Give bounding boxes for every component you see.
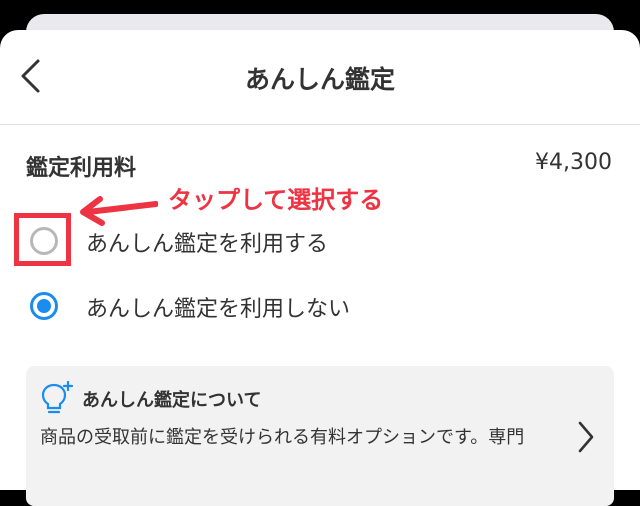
option-use-label: あんしん鑑定を利用する [86, 232, 329, 257]
option-not-use-label: あんしん鑑定を利用しない [86, 297, 351, 322]
header: あんしん鑑定 [0, 30, 640, 125]
info-title: あんしん鑑定について [82, 390, 262, 411]
fee-label: 鑑定利用料 [26, 156, 137, 181]
option-use[interactable]: あんしん鑑定を利用する [0, 216, 640, 266]
radio-selected[interactable] [30, 292, 58, 320]
annotation-highlight-box [14, 213, 71, 266]
annotation-text: タップして選択する [168, 186, 384, 214]
page-title: あんしん鑑定 [244, 65, 395, 94]
lightbulb-icon [41, 380, 74, 414]
info-description: 商品の受取前に鑑定を受けられる有料オプションです。専門 [40, 427, 525, 448]
option-not-use[interactable]: あんしん鑑定を利用しない [0, 281, 640, 331]
fee-value: ¥4,300 [535, 150, 612, 175]
info-card[interactable]: あんしん鑑定について 商品の受取前に鑑定を受けられる有料オプションです。専門 [26, 366, 614, 506]
bottom-sheet: あんしん鑑定 鑑定利用料 ¥4,300 タップして選択する あんしん鑑定を利用す… [0, 30, 640, 506]
